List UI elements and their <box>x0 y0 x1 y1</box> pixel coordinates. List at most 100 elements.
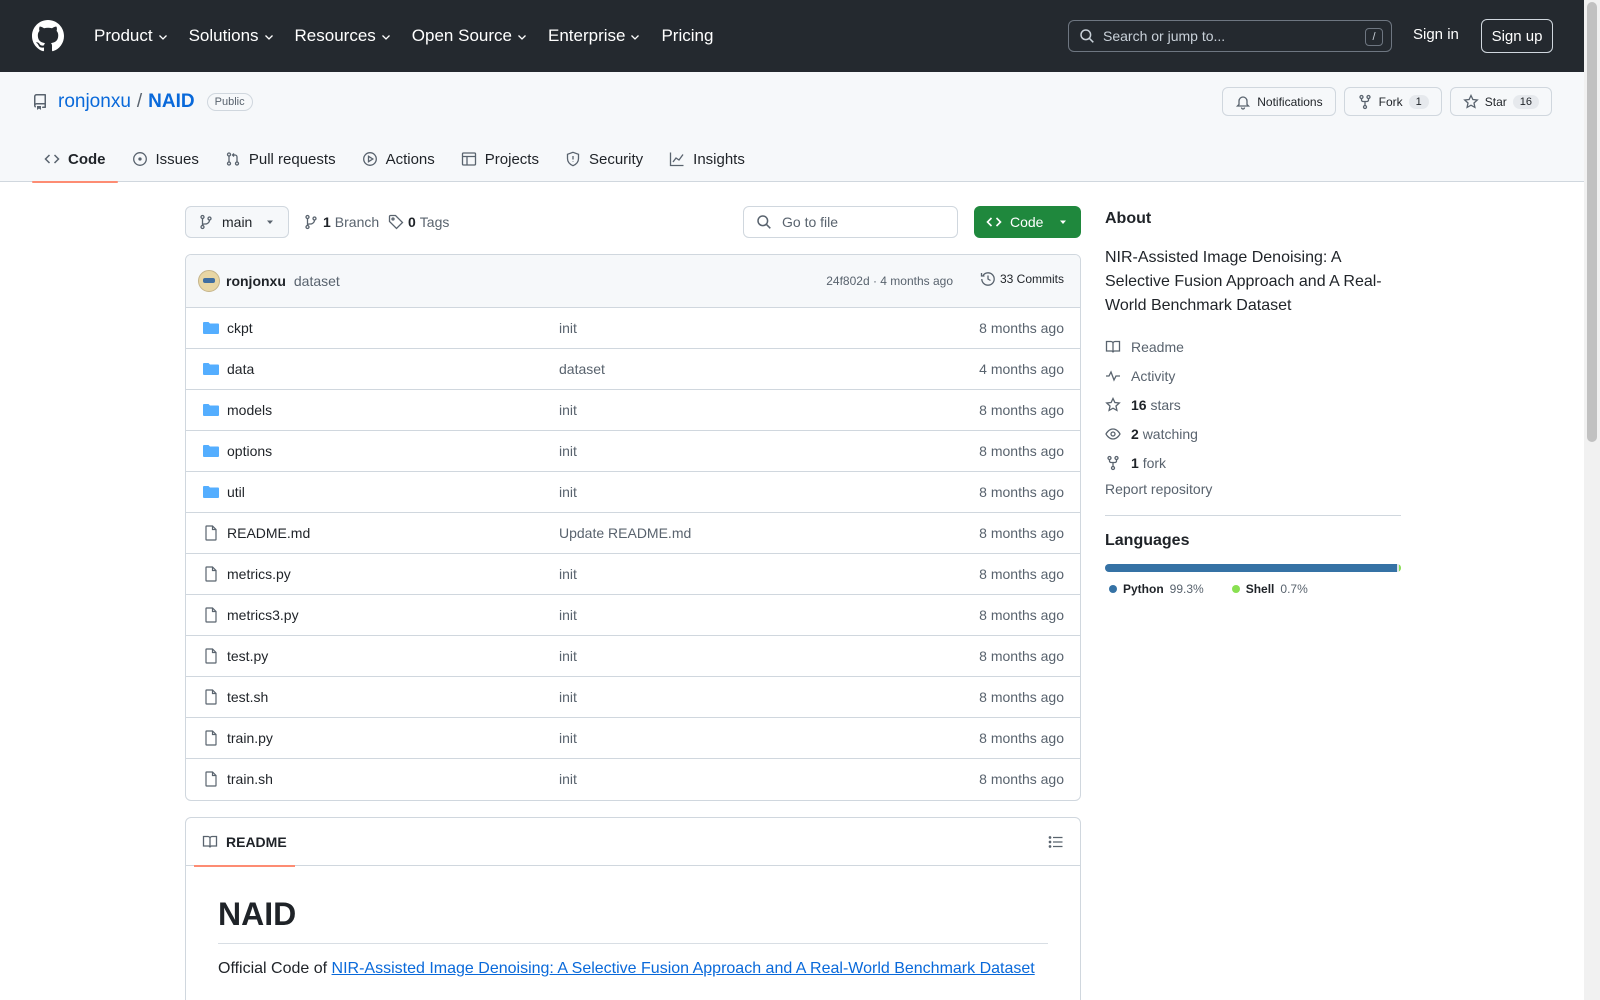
nav-open-source[interactable]: Open Source <box>404 20 536 52</box>
file-name-link[interactable]: data <box>227 361 254 377</box>
file-commit-message-link[interactable]: dataset <box>559 361 605 377</box>
file-commit-date: 8 months ago <box>979 648 1064 664</box>
tab-insights-label: Insights <box>693 150 745 168</box>
scrollbar-thumb[interactable] <box>1587 2 1597 442</box>
readme-tab[interactable]: README <box>194 818 295 867</box>
table-icon <box>461 152 476 166</box>
commit-author-link[interactable]: ronjonxu <box>226 273 286 289</box>
branches-link[interactable]: 1 Branch <box>303 214 379 230</box>
tab-code[interactable]: Code <box>32 136 118 183</box>
nav-pricing[interactable]: Pricing <box>653 20 721 52</box>
caret-down-icon <box>267 220 273 224</box>
code-dropdown-button[interactable]: Code <box>974 206 1081 238</box>
tab-pull-requests[interactable]: Pull requests <box>213 136 348 182</box>
outline-list-icon[interactable] <box>1048 834 1064 850</box>
history-icon <box>980 272 995 286</box>
commit-message-link[interactable]: dataset <box>294 273 340 289</box>
file-row: README.md Update README.md 8 months ago <box>186 513 1080 554</box>
file-name-link[interactable]: metrics3.py <box>227 607 299 623</box>
nav-solutions[interactable]: Solutions <box>181 20 283 52</box>
file-name-link[interactable]: metrics.py <box>227 566 291 582</box>
nav-product[interactable]: Product <box>86 20 177 52</box>
commit-hash-link[interactable]: 24f802d · 4 months ago <box>826 274 953 288</box>
language-item[interactable]: Shell 0.7% <box>1228 582 1308 596</box>
readme-link[interactable]: Readme <box>1105 332 1401 361</box>
file-name-link[interactable]: README.md <box>227 525 310 541</box>
star-button[interactable]: Star 16 <box>1449 87 1552 116</box>
issue-icon <box>132 152 147 166</box>
paper-link[interactable]: NIR-Assisted Image Denoising: A Selectiv… <box>332 960 1035 977</box>
file-commit-message-link[interactable]: init <box>559 648 577 664</box>
language-percent: 0.7% <box>1280 582 1308 596</box>
sign-up-button[interactable]: Sign up <box>1481 19 1553 53</box>
file-commit-message-link[interactable]: Update README.md <box>559 525 691 541</box>
file-name-link[interactable]: train.py <box>227 730 273 746</box>
branch-icon <box>200 214 212 230</box>
file-commit-date: 8 months ago <box>979 730 1064 746</box>
sign-in-link[interactable]: Sign in <box>1413 26 1459 43</box>
file-commit-message-link[interactable]: init <box>559 566 577 582</box>
file-commit-message-link[interactable]: init <box>559 689 577 705</box>
tag-icon <box>388 214 404 230</box>
tab-issues[interactable]: Issues <box>120 136 211 182</box>
file-name-link[interactable]: test.sh <box>227 689 268 705</box>
file-row: test.py init 8 months ago <box>186 636 1080 677</box>
repo-owner-link[interactable]: ronjonxu <box>58 91 131 113</box>
github-logo-icon[interactable] <box>32 20 64 52</box>
forks-link[interactable]: 1 fork <box>1105 448 1401 477</box>
global-search-input[interactable]: Search or jump to... / <box>1068 20 1392 52</box>
file-commit-message-link[interactable]: init <box>559 443 577 459</box>
file-commit-date: 8 months ago <box>979 443 1064 459</box>
tab-insights[interactable]: Insights <box>657 136 757 182</box>
page-scrollbar[interactable] <box>1584 0 1600 1000</box>
file-name-link[interactable]: options <box>227 443 272 459</box>
play-icon <box>362 152 377 166</box>
tab-projects[interactable]: Projects <box>449 136 551 182</box>
repo-name-link[interactable]: NAID <box>148 91 194 113</box>
notifications-button[interactable]: Notifications <box>1222 87 1336 116</box>
file-commit-message-link[interactable]: init <box>559 484 577 500</box>
pulse-icon <box>1106 369 1120 382</box>
global-header: Product Solutions Resources Open Source … <box>0 0 1584 72</box>
file-commit-date: 8 months ago <box>979 402 1064 418</box>
nav-resources[interactable]: Resources <box>287 20 400 52</box>
watching-link[interactable]: 2 watching <box>1105 419 1401 448</box>
fork-button[interactable]: Fork 1 <box>1343 87 1442 116</box>
folder-icon <box>203 363 219 375</box>
branch-selector[interactable]: main <box>185 206 289 238</box>
activity-link[interactable]: Activity <box>1105 361 1401 390</box>
file-name-link[interactable]: test.py <box>227 648 268 664</box>
file-commit-message-link[interactable]: init <box>559 320 577 336</box>
nav-enterprise[interactable]: Enterprise <box>540 20 649 52</box>
report-repository-link[interactable]: Report repository <box>1105 481 1401 501</box>
tab-security[interactable]: Security <box>553 136 655 182</box>
tag-count: 0 <box>408 214 416 230</box>
file-name-link[interactable]: train.sh <box>227 771 273 787</box>
file-commit-date: 8 months ago <box>979 566 1064 582</box>
shield-icon <box>566 151 580 167</box>
file-row: options init 8 months ago <box>186 431 1080 472</box>
file-commit-message-link[interactable]: init <box>559 402 577 418</box>
file-name-link[interactable]: models <box>227 402 272 418</box>
stars-count: 16 <box>1131 396 1147 413</box>
readme-title: NAID <box>218 896 1048 944</box>
latest-commit-bar: ronjonxu dataset 24f802d · 4 months ago … <box>186 255 1080 308</box>
file-commit-message-link[interactable]: init <box>559 607 577 623</box>
go-to-file-input[interactable]: Go to file <box>743 206 958 238</box>
repo-icon <box>34 94 46 110</box>
tab-actions[interactable]: Actions <box>350 136 447 182</box>
stars-link[interactable]: 16 stars <box>1105 390 1401 419</box>
commits-history-link[interactable]: 33 Commits <box>980 271 1064 287</box>
file-commit-date: 8 months ago <box>979 525 1064 541</box>
branch-name: main <box>222 214 253 230</box>
file-row: models init 8 months ago <box>186 390 1080 431</box>
language-item[interactable]: Python 99.3% <box>1105 582 1204 596</box>
avatar[interactable] <box>198 270 220 292</box>
file-name-link[interactable]: ckpt <box>227 320 253 336</box>
tags-link[interactable]: 0 Tags <box>388 214 449 230</box>
file-commit-message-link[interactable]: init <box>559 771 577 787</box>
file-row: util init 8 months ago <box>186 472 1080 513</box>
chevron-down-icon <box>518 35 526 40</box>
file-commit-message-link[interactable]: init <box>559 730 577 746</box>
file-name-link[interactable]: util <box>227 484 245 500</box>
